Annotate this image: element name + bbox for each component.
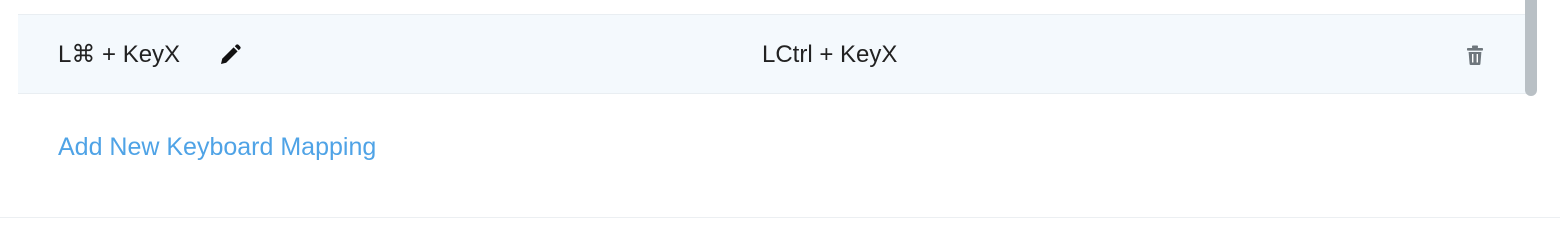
to-key-combo: LCtrl + KeyX [762, 41, 898, 68]
trash-icon [1467, 45, 1483, 65]
delete-mapping-button[interactable] [1466, 45, 1484, 65]
keyboard-mapping-panel: L⌘ + KeyX LCtrl + KeyX Add New Keyboard … [0, 0, 1560, 220]
pencil-icon [221, 44, 241, 64]
add-new-mapping-link[interactable]: Add New Keyboard Mapping [58, 132, 376, 162]
from-key-combo: L⌘ + KeyX [58, 41, 181, 68]
mapping-row: L⌘ + KeyX LCtrl + KeyX [18, 14, 1530, 94]
divider [0, 217, 1560, 218]
scrollbar-thumb[interactable] [1525, 0, 1537, 96]
edit-mapping-button[interactable] [218, 43, 242, 67]
